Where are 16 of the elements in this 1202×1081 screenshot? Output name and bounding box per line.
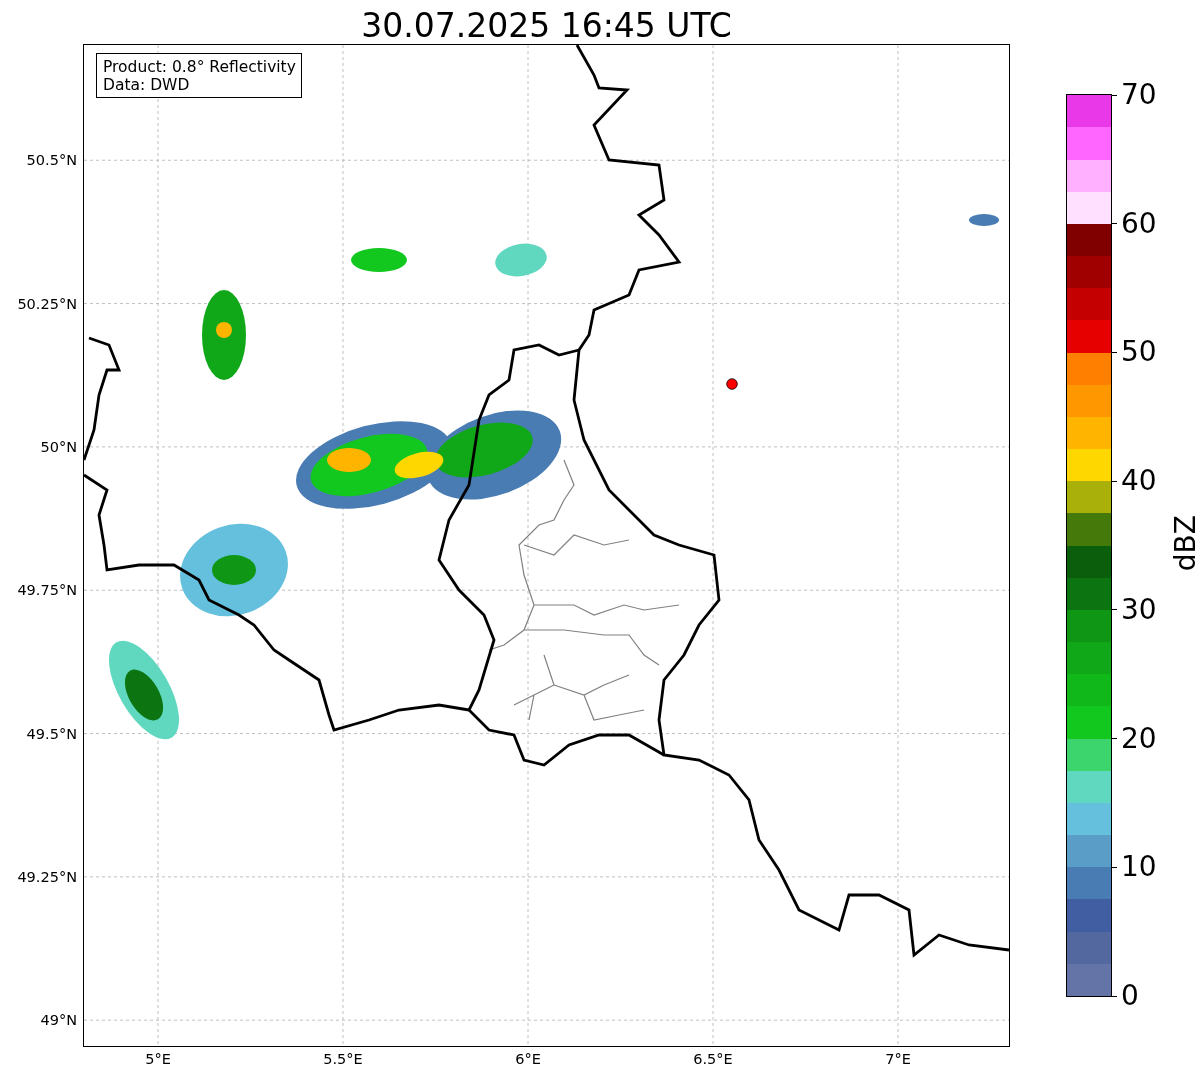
- latitude-label: 49.25°N: [17, 868, 77, 885]
- map-title: 30.07.2025 16:45 UTC: [360, 5, 733, 45]
- latitude-label: 50.5°N: [26, 152, 77, 169]
- scale-unit: dBZ: [1169, 515, 1202, 572]
- longitude-label: 5.5°E: [323, 1051, 363, 1067]
- longitude-label: 6°E: [515, 1051, 541, 1067]
- latitude-label: 50°N: [40, 438, 77, 455]
- longitude-label: 5°E: [145, 1051, 171, 1067]
- longitude-label: 7°E: [885, 1051, 911, 1067]
- latitude-label: 49.5°N: [26, 725, 77, 742]
- latitude-label: 49°N: [40, 1012, 77, 1029]
- info-text: Product: 0.8° Reflectivity: [103, 58, 296, 76]
- latitude-label: 49.75°N: [17, 582, 77, 599]
- info-text: Data: DWD: [103, 76, 191, 94]
- longitude-label: 6.5°E: [693, 1051, 733, 1067]
- latitude-label: 50.25°N: [17, 295, 77, 312]
